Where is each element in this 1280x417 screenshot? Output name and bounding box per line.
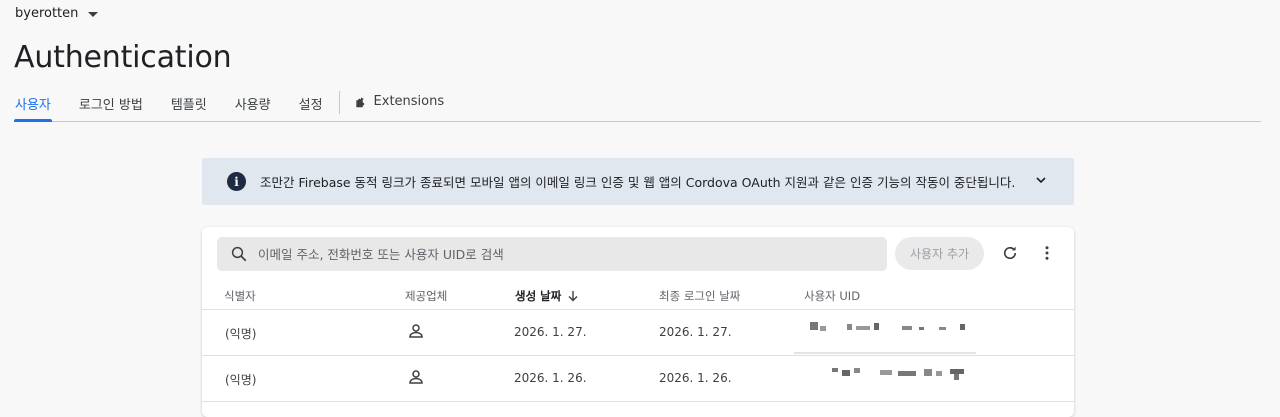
tab-bar: 사용자 로그인 방법 템플릿 사용량 설정 Extensions xyxy=(14,88,1261,122)
column-identifier: 식별자 xyxy=(224,289,256,303)
tab-extensions[interactable]: Extensions xyxy=(354,88,444,121)
tab-usage[interactable]: 사용량 xyxy=(235,88,271,121)
search-bar xyxy=(217,237,887,271)
expand-chevron-icon[interactable] xyxy=(1036,175,1046,185)
tab-sign-in-method[interactable]: 로그인 방법 xyxy=(79,88,143,121)
column-provider: 제공업체 xyxy=(405,289,448,303)
person-icon xyxy=(409,370,423,384)
person-icon xyxy=(409,324,423,338)
table-row[interactable]: (익명) 2026. 1. 27. 2026. 1. 27. xyxy=(202,310,1074,356)
more-options-icon[interactable] xyxy=(1038,244,1056,262)
column-last-sign-in: 최종 로그인 날짜 xyxy=(659,289,741,303)
users-card: 사용자 추가 식별자 제공업체 생성 날짜 최종 로그인 날짜 사용자 UID … xyxy=(202,227,1074,417)
last-sign-in-cell: 2026. 1. 26. xyxy=(659,371,732,385)
column-user-uid: 사용자 UID xyxy=(804,289,861,303)
refresh-icon[interactable] xyxy=(1001,244,1019,262)
tab-settings[interactable]: 설정 xyxy=(299,88,323,121)
page-title: Authentication xyxy=(14,40,232,75)
tab-divider xyxy=(338,91,340,114)
add-user-button[interactable]: 사용자 추가 xyxy=(895,237,984,270)
column-created[interactable]: 생성 날짜 xyxy=(515,288,579,304)
created-cell: 2026. 1. 26. xyxy=(514,371,587,385)
tab-templates[interactable]: 템플릿 xyxy=(171,88,207,121)
uid-redacted xyxy=(794,310,976,354)
project-name: byerotten xyxy=(15,6,79,21)
last-sign-in-cell: 2026. 1. 27. xyxy=(659,325,732,339)
banner-text: 조만간 Firebase 동적 링크가 종료되면 모바일 앱의 이메일 링크 인… xyxy=(260,175,1016,190)
table-header: 식별자 제공업체 생성 날짜 최종 로그인 날짜 사용자 UID xyxy=(202,283,1074,310)
table-row[interactable]: (익명) 2026. 1. 26. 2026. 1. 26. xyxy=(202,356,1074,402)
extensions-icon xyxy=(355,97,364,108)
caret-down-icon xyxy=(88,11,99,17)
sort-descending-icon xyxy=(568,291,578,302)
identifier-cell: (익명) xyxy=(225,327,257,341)
created-cell: 2026. 1. 27. xyxy=(514,325,587,339)
info-icon: i xyxy=(227,172,246,191)
tab-users[interactable]: 사용자 xyxy=(14,88,52,122)
info-banner: i 조만간 Firebase 동적 링크가 종료되면 모바일 앱의 이메일 링크… xyxy=(202,158,1074,205)
identifier-cell: (익명) xyxy=(225,373,257,387)
uid-redacted xyxy=(794,356,976,400)
search-icon xyxy=(231,246,247,262)
search-input[interactable] xyxy=(258,246,858,262)
project-selector[interactable]: byerotten xyxy=(15,6,99,21)
